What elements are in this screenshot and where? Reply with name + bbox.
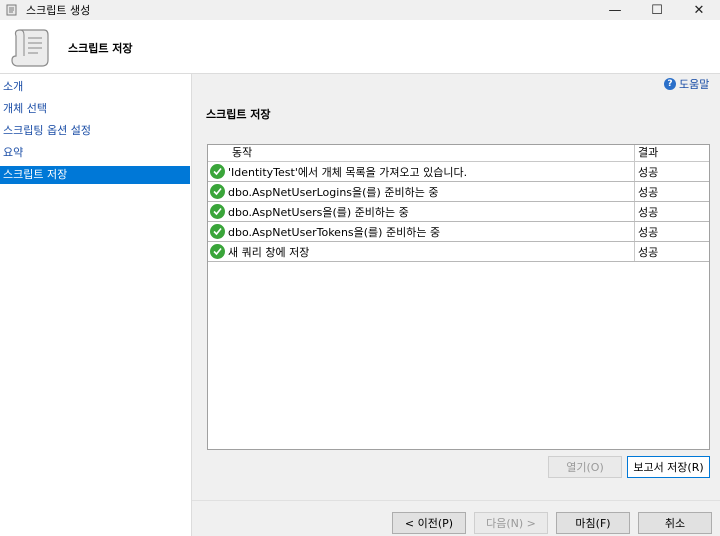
maximize-button[interactable]: ☐ — [636, 0, 678, 20]
table-row[interactable]: 새 쿼리 창에 저장 성공 — [208, 242, 709, 262]
row-result: 성공 — [638, 165, 659, 179]
row-result: 성공 — [638, 245, 659, 259]
title-bar: 스크립트 생성 — ☐ ✕ — [0, 0, 720, 20]
sidebar-item-summary[interactable]: 요약 — [0, 144, 190, 162]
open-button[interactable]: 열기(O) — [548, 456, 622, 478]
row-result: 성공 — [638, 205, 659, 219]
sidebar-item-choose-objects[interactable]: 개체 선택 — [0, 100, 190, 118]
previous-button[interactable]: < 이전(P) — [392, 512, 466, 534]
scroll-icon — [8, 26, 52, 70]
cancel-button[interactable]: 취소 — [638, 512, 712, 534]
row-result: 성공 — [638, 185, 659, 199]
row-result: 성공 — [638, 225, 659, 239]
success-check-icon — [210, 244, 225, 259]
next-button[interactable]: 다음(N) > — [474, 512, 548, 534]
column-header-action[interactable]: 동작 — [208, 145, 635, 161]
row-action: dbo.AspNetUserTokens을(를) 준비하는 중 — [228, 225, 441, 239]
wizard-header: 스크립트 저장 — [0, 20, 720, 74]
minimize-button[interactable]: — — [594, 0, 636, 20]
wizard-sidebar: 소개 개체 선택 스크립팅 옵션 설정 요약 스크립트 저장 — [0, 74, 192, 536]
row-action: dbo.AspNetUserLogins을(를) 준비하는 중 — [228, 185, 439, 199]
window-title: 스크립트 생성 — [26, 4, 91, 17]
scroll-icon — [4, 2, 20, 18]
column-header-result[interactable]: 결과 — [635, 145, 709, 161]
help-label: 도움말 — [679, 78, 710, 91]
close-button[interactable]: ✕ — [678, 0, 720, 20]
footer-divider — [192, 500, 720, 501]
results-grid: 동작 결과 'IdentityTest'에서 개체 목록을 가져오고 있습니다.… — [207, 144, 710, 450]
help-link[interactable]: ? 도움말 — [664, 76, 709, 92]
grid-header: 동작 결과 — [208, 145, 709, 162]
table-row[interactable]: 'IdentityTest'에서 개체 목록을 가져오고 있습니다. 성공 — [208, 162, 709, 182]
sidebar-item-save-scripts[interactable]: 스크립트 저장 — [0, 166, 190, 184]
table-row[interactable]: dbo.AspNetUserTokens을(를) 준비하는 중 성공 — [208, 222, 709, 242]
row-action: 'IdentityTest'에서 개체 목록을 가져오고 있습니다. — [228, 165, 468, 179]
sidebar-item-intro[interactable]: 소개 — [0, 78, 190, 96]
table-row[interactable]: dbo.AspNetUserLogins을(를) 준비하는 중 성공 — [208, 182, 709, 202]
finish-button[interactable]: 마침(F) — [556, 512, 630, 534]
section-title: 스크립트 저장 — [206, 108, 271, 121]
success-check-icon — [210, 224, 225, 239]
success-check-icon — [210, 164, 225, 179]
page-title: 스크립트 저장 — [68, 42, 133, 55]
row-action: dbo.AspNetUsers을(를) 준비하는 중 — [228, 205, 409, 219]
success-check-icon — [210, 204, 225, 219]
success-check-icon — [210, 184, 225, 199]
table-row[interactable]: dbo.AspNetUsers을(를) 준비하는 중 성공 — [208, 202, 709, 222]
help-icon: ? — [664, 78, 676, 90]
row-action: 새 쿼리 창에 저장 — [228, 245, 310, 259]
sidebar-item-scripting-options[interactable]: 스크립팅 옵션 설정 — [0, 122, 190, 140]
save-report-button[interactable]: 보고서 저장(R) — [627, 456, 710, 478]
